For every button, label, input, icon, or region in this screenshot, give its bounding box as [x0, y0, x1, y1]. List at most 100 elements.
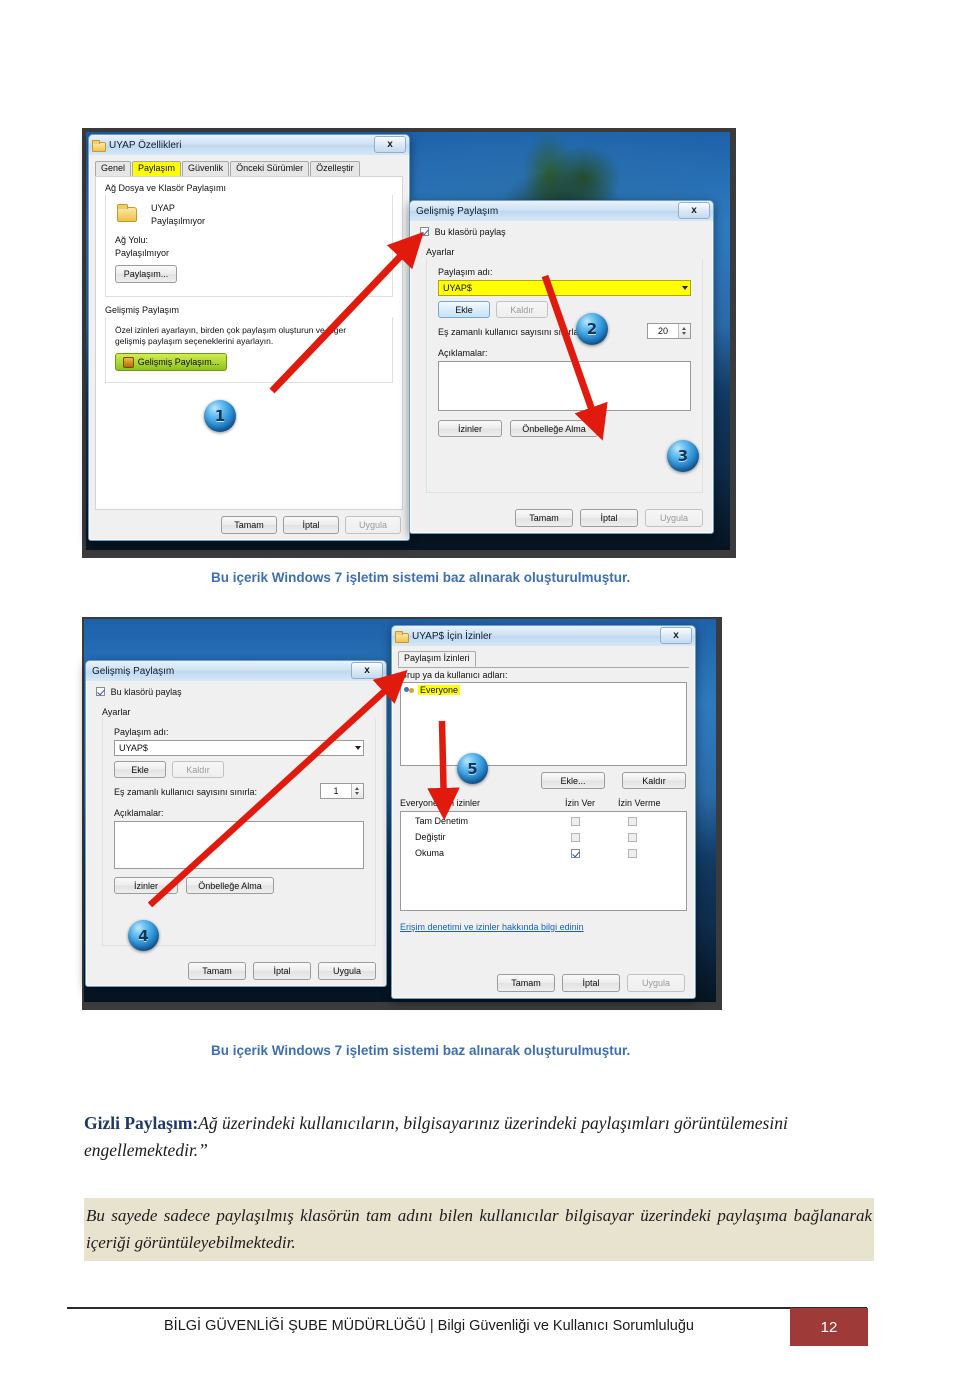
advanced-share-footer-2: Tamam İptal Uygula [188, 962, 376, 980]
advanced-share-titlebar-1: Gelişmiş Paylaşım x [410, 201, 713, 221]
settings-legend-1: Ayarlar [426, 247, 455, 257]
settings-group-1: Ayarlar Paylaşım adı: UYAP$ Ekle Kaldır … [426, 247, 703, 493]
izinler-button-1[interactable]: İzinler [438, 420, 502, 437]
advanced-iptal-button-2[interactable]: İptal [253, 962, 311, 980]
advanced-desc-line-1: Özel izinleri ayarlayın, birden çok payl… [115, 325, 347, 335]
tab-paylasim-izinleri[interactable]: Paylaşım İzinleri [398, 651, 476, 667]
footer-divider [67, 1307, 867, 1309]
uyap-properties-dialog[interactable]: UYAP Özellikleri x Genel Paylaşım Güvenl… [88, 134, 410, 541]
tab-onceki-surumler[interactable]: Önceki Sürümler [230, 161, 310, 176]
chevron-down-icon[interactable] [355, 746, 361, 750]
share-folder-checkbox-1[interactable] [420, 227, 429, 236]
properties-tamam-button[interactable]: Tamam [221, 516, 277, 534]
ekle-button-2[interactable]: Ekle [114, 761, 166, 778]
paylasim-button[interactable]: Paylaşım... [115, 265, 177, 283]
properties-footer: Tamam İptal Uygula [221, 516, 401, 534]
spinner-arrows-icon[interactable] [351, 784, 363, 798]
advanced-tamam-button-2[interactable]: Tamam [188, 962, 246, 980]
advanced-share-titlebar-2: Gelişmiş Paylaşım x [86, 661, 386, 681]
gelismis-paylasim-label: Gelişmiş Paylaşım... [137, 357, 220, 367]
screenshot-windows-share-step-2: Gelişmiş Paylaşım x Bu klasörü paylaş Ay… [82, 617, 722, 1010]
step-badge-1: 1 [204, 400, 236, 432]
comments-input-1[interactable] [438, 361, 691, 411]
close-icon[interactable]: x [678, 202, 710, 219]
table-row[interactable]: Değiştir [401, 831, 686, 845]
permissions-uygula-button: Uygula [627, 974, 685, 992]
tab-ozellestir[interactable]: Özelleştir [310, 161, 360, 176]
group-entry-everyone: Everyone [418, 685, 461, 695]
page-number-badge: 12 [790, 1308, 868, 1346]
share-folder-checkbox-2[interactable] [96, 687, 105, 696]
advanced-uygula-button-2[interactable]: Uygula [318, 962, 376, 980]
step-badge-3: 3 [667, 440, 699, 472]
onbellege-alma-button-2[interactable]: Önbelleğe Alma [186, 877, 274, 894]
group-advanced-sharing-legend: Gelişmiş Paylaşım [105, 305, 180, 315]
permissions-dialog[interactable]: UYAP$ İçin İzinler x Paylaşım İzinleri G… [391, 625, 696, 999]
shield-share-icon [122, 356, 134, 368]
spinner-arrows-icon[interactable] [678, 324, 690, 338]
tab-guvenlik[interactable]: Güvenlik [182, 161, 230, 176]
close-icon[interactable]: x [374, 136, 406, 153]
settings-legend-2: Ayarlar [102, 707, 131, 717]
onbellege-alma-button-1[interactable]: Önbelleğe Alma [510, 420, 598, 437]
permissions-header-label: Everyone için izinler [400, 798, 481, 808]
permissions-help-link[interactable]: Erişim denetimi ve izinler hakkında bilg… [400, 922, 584, 932]
share-folder-checkbox-row-2[interactable]: Bu klasörü paylaş [96, 687, 182, 698]
advanced-iptal-button-1[interactable]: İptal [580, 509, 638, 527]
perm-allow-checkbox[interactable] [571, 849, 580, 858]
share-folder-checkbox-label-2: Bu klasörü paylaş [110, 687, 182, 697]
share-folder-checkbox-row-1[interactable]: Bu klasörü paylaş [420, 227, 506, 238]
perm-allow-checkbox[interactable] [571, 833, 580, 842]
advanced-share-title-1: Gelişmiş Paylaşım [416, 205, 499, 217]
close-icon[interactable]: x [660, 627, 692, 644]
group-network-sharing: Ağ Dosya ve Klasör Paylaşımı UYAP Paylaş… [105, 183, 393, 297]
permissions-tabstrip: Paylaşım İzinleri [398, 651, 689, 668]
tab-paylasim[interactable]: Paylaşım [132, 161, 182, 176]
table-row[interactable]: Tam Denetim [401, 815, 686, 829]
close-icon[interactable]: x [351, 662, 383, 679]
permissions-iptal-button[interactable]: İptal [562, 974, 620, 992]
permissions-ekle-button[interactable]: Ekle... [541, 772, 605, 789]
perm-allow-checkbox[interactable] [571, 817, 580, 826]
col-header-allow: İzin Ver [565, 798, 596, 808]
tab-genel[interactable]: Genel [95, 161, 132, 176]
share-name-value-2: UYAP$ [119, 743, 148, 753]
perm-deny-checkbox[interactable] [628, 817, 637, 826]
ekle-button-1[interactable]: Ekle [438, 301, 490, 318]
caption-windows7-note-1: Bu içerik Windows 7 işletim sistemi baz … [211, 570, 631, 585]
properties-iptal-button[interactable]: İptal [283, 516, 339, 534]
limit-users-spinner-2[interactable]: 1 [320, 783, 364, 799]
permissions-kaldir-button[interactable]: Kaldır [622, 772, 686, 789]
advanced-share-title-2: Gelişmiş Paylaşım [92, 665, 175, 677]
advanced-uygula-button-1: Uygula [645, 509, 703, 527]
permissions-titlebar: UYAP$ İçin İzinler x [392, 626, 695, 646]
advanced-share-dialog-1[interactable]: Gelişmiş Paylaşım x Bu klasörü paylaş Ay… [409, 200, 714, 534]
permissions-tamam-button[interactable]: Tamam [497, 974, 555, 992]
group-users-list[interactable]: Everyone [400, 682, 687, 766]
kaldir-button-2: Kaldır [172, 761, 224, 778]
folder-large-icon [115, 203, 137, 222]
advanced-desc-line-2: gelişmiş paylaşım seçeneklerini ayarlayı… [115, 336, 274, 346]
share-name-combo-1[interactable]: UYAP$ [438, 280, 691, 296]
gelismis-paylasim-button[interactable]: Gelişmiş Paylaşım... [115, 353, 227, 371]
perm-deny-checkbox[interactable] [628, 849, 637, 858]
limit-users-value-1: 20 [657, 326, 668, 336]
share-name-combo-2[interactable]: UYAP$ [114, 740, 364, 756]
list-item[interactable]: Everyone [401, 683, 686, 697]
permissions-title: UYAP$ İçin İzinler [412, 630, 492, 642]
limit-users-value-2: 1 [333, 786, 339, 796]
advanced-tamam-button-1[interactable]: Tamam [515, 509, 573, 527]
share-name-value-1: UYAP$ [443, 283, 472, 293]
limit-users-spinner-1[interactable]: 20 [647, 323, 691, 339]
step-badge-2: 2 [576, 313, 608, 345]
perm-deny-checkbox[interactable] [628, 833, 637, 842]
permissions-table: Tam Denetim Değiştir Okuma [400, 811, 687, 911]
col-header-deny: İzin Verme [618, 798, 661, 808]
table-row[interactable]: Okuma [401, 847, 686, 861]
folder-icon [92, 140, 106, 152]
chevron-down-icon[interactable] [682, 286, 688, 290]
step-badge-4: 4 [128, 920, 159, 951]
comments-input-2[interactable] [114, 821, 364, 869]
network-path-label: Ağ Yolu: [115, 235, 149, 245]
izinler-button-2[interactable]: İzinler [114, 877, 178, 894]
